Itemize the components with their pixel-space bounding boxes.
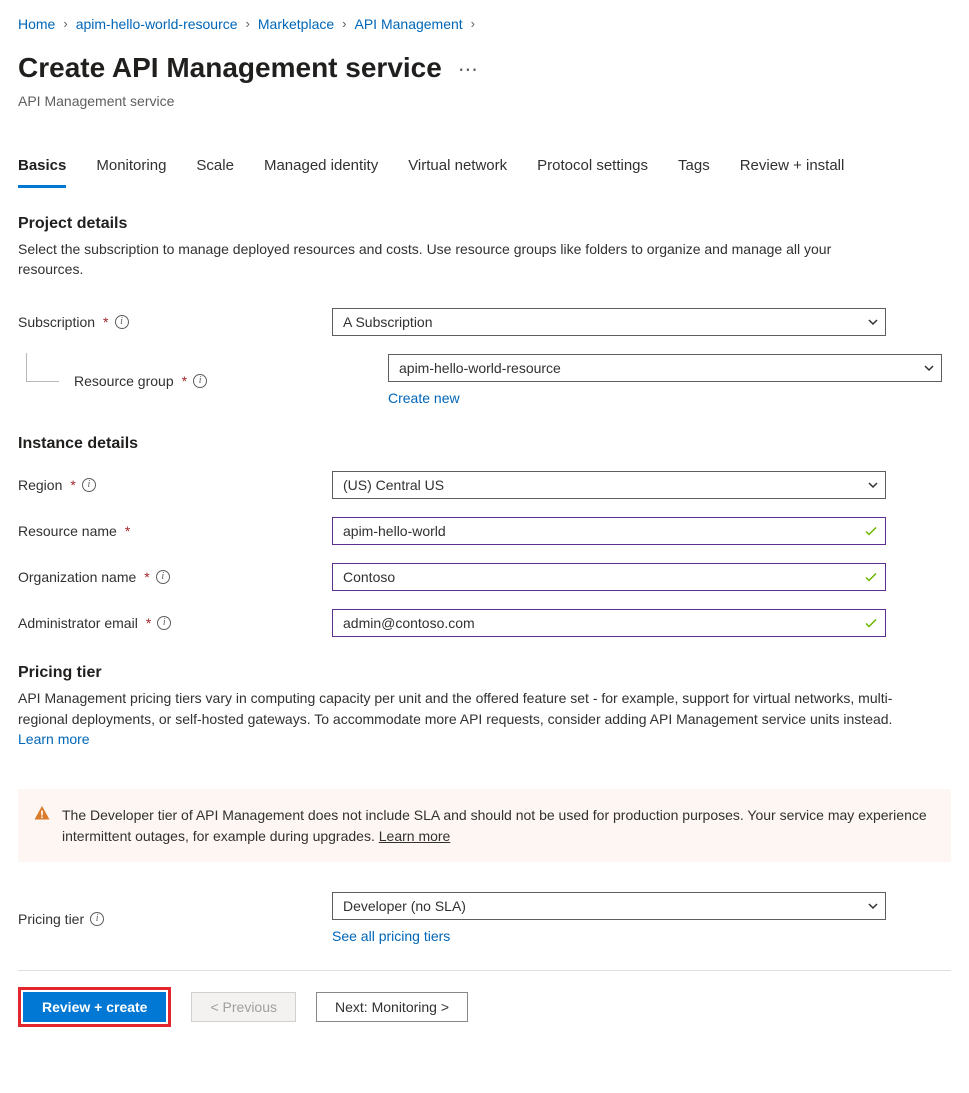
tab-scale[interactable]: Scale [196, 155, 234, 188]
info-icon[interactable]: i [82, 478, 96, 492]
section-project-title: Project details [18, 212, 951, 235]
required-icon: * [70, 475, 75, 495]
tabs: Basics Monitoring Scale Managed identity… [18, 155, 951, 188]
check-icon [863, 615, 879, 631]
admin-email-value: admin@contoso.com [343, 613, 857, 633]
required-icon: * [144, 567, 149, 587]
tree-elbow-icon [26, 353, 59, 382]
admin-email-input[interactable]: admin@contoso.com [332, 609, 886, 637]
breadcrumb-marketplace[interactable]: Marketplace [258, 14, 334, 34]
pricing-warning-text: The Developer tier of API Management doe… [62, 807, 927, 843]
chevron-right-icon: › [465, 15, 481, 34]
organization-name-label: Organization name [18, 567, 136, 587]
subscription-label: Subscription [18, 312, 95, 332]
required-icon: * [103, 312, 108, 332]
section-pricing-title: Pricing tier [18, 661, 951, 684]
tab-basics[interactable]: Basics [18, 155, 66, 188]
info-icon[interactable]: i [157, 616, 171, 630]
subscription-select[interactable]: A Subscription [332, 308, 886, 336]
pricing-tier-value: Developer (no SLA) [343, 896, 857, 916]
previous-button: < Previous [191, 992, 296, 1022]
info-icon[interactable]: i [115, 315, 129, 329]
tab-tags[interactable]: Tags [678, 155, 710, 188]
section-project-desc: Select the subscription to manage deploy… [18, 239, 898, 280]
breadcrumb: Home › apim-hello-world-resource › Marke… [18, 14, 951, 34]
region-select[interactable]: (US) Central US [332, 471, 886, 499]
tab-protocol-settings[interactable]: Protocol settings [537, 155, 648, 188]
subscription-value: A Subscription [343, 312, 857, 332]
chevron-down-icon [923, 362, 935, 374]
info-icon[interactable]: i [193, 374, 207, 388]
warning-icon [34, 805, 50, 846]
resource-name-value: apim-hello-world [343, 521, 857, 541]
create-new-link[interactable]: Create new [388, 388, 460, 408]
check-icon [863, 569, 879, 585]
resource-group-label: Resource group [74, 371, 174, 391]
chevron-right-icon: › [57, 15, 73, 34]
region-value: (US) Central US [343, 475, 857, 495]
check-icon [863, 523, 879, 539]
pricing-tier-label: Pricing tier [18, 909, 84, 929]
pricing-learn-more-link[interactable]: Learn more [18, 731, 90, 747]
chevron-right-icon: › [240, 15, 256, 34]
review-create-highlight: Review + create [18, 987, 171, 1027]
chevron-down-icon [867, 316, 879, 328]
wizard-footer: Review + create < Previous Next: Monitor… [18, 970, 951, 1043]
breadcrumb-home[interactable]: Home [18, 14, 55, 34]
tab-monitoring[interactable]: Monitoring [96, 155, 166, 188]
more-icon[interactable]: ⋯ [458, 54, 480, 80]
resource-group-select[interactable]: apim-hello-world-resource [388, 354, 942, 382]
section-instance-title: Instance details [18, 432, 951, 455]
organization-name-input[interactable]: Contoso [332, 563, 886, 591]
chevron-down-icon [867, 900, 879, 912]
info-icon[interactable]: i [156, 570, 170, 584]
organization-name-value: Contoso [343, 567, 857, 587]
chevron-right-icon: › [336, 15, 352, 34]
section-pricing-desc: API Management pricing tiers vary in com… [18, 688, 898, 749]
info-icon[interactable]: i [90, 912, 104, 926]
tab-virtual-network[interactable]: Virtual network [408, 155, 507, 188]
breadcrumb-resource[interactable]: apim-hello-world-resource [76, 14, 238, 34]
region-label: Region [18, 475, 62, 495]
resource-name-input[interactable]: apim-hello-world [332, 517, 886, 545]
pricing-warning: The Developer tier of API Management doe… [18, 789, 951, 862]
see-all-tiers-link[interactable]: See all pricing tiers [332, 926, 450, 946]
admin-email-label: Administrator email [18, 613, 138, 633]
required-icon: * [182, 371, 187, 391]
tab-review-install[interactable]: Review + install [740, 155, 845, 188]
page-subtitle: API Management service [18, 91, 951, 111]
chevron-down-icon [867, 479, 879, 491]
resource-group-value: apim-hello-world-resource [399, 358, 913, 378]
page-title: Create API Management service [18, 48, 442, 89]
pricing-tier-select[interactable]: Developer (no SLA) [332, 892, 886, 920]
required-icon: * [125, 521, 130, 541]
resource-name-label: Resource name [18, 521, 117, 541]
breadcrumb-api-management[interactable]: API Management [355, 14, 463, 34]
tab-managed-identity[interactable]: Managed identity [264, 155, 378, 188]
review-create-button[interactable]: Review + create [23, 992, 166, 1022]
next-button[interactable]: Next: Monitoring > [316, 992, 468, 1022]
required-icon: * [146, 613, 151, 633]
pricing-warning-learn-more-link[interactable]: Learn more [379, 828, 451, 844]
